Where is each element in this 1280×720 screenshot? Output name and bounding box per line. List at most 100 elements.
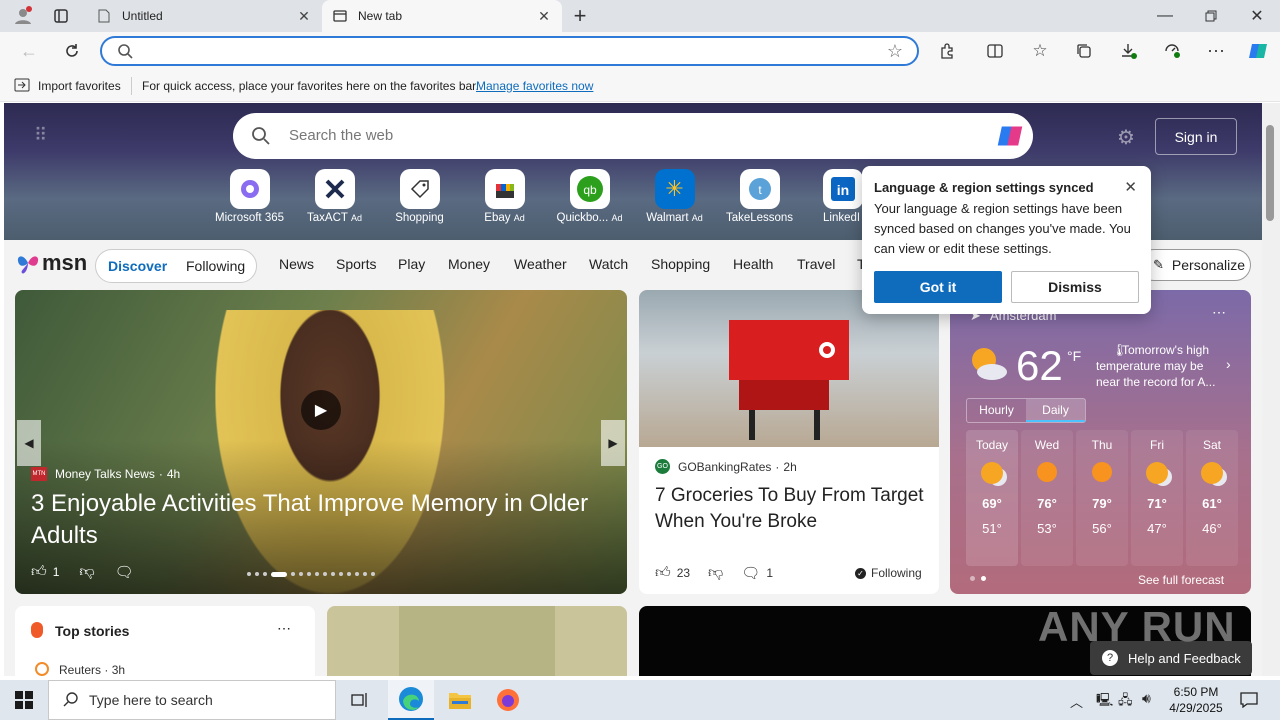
copilot-icon[interactable]	[995, 121, 1025, 154]
nav-news[interactable]: News	[279, 256, 314, 272]
nav-weather[interactable]: Weather	[514, 256, 567, 272]
back-button[interactable]: ←	[14, 32, 44, 70]
tab-actions-icon[interactable]	[46, 0, 76, 32]
restore-button[interactable]	[1196, 0, 1226, 32]
story-title[interactable]: 7 Groceries To Buy From Target When You'…	[655, 483, 925, 535]
thumbs-up-icon[interactable]: 👍︎	[655, 564, 671, 582]
play-button[interactable]: ▶	[301, 390, 341, 430]
manage-favorites-link[interactable]: Manage favorites now	[476, 79, 593, 93]
watermark: ANY RUN	[1038, 603, 1236, 650]
clock[interactable]: 6:50 PM 4/29/2025	[1164, 684, 1228, 716]
notifications-icon[interactable]	[1234, 680, 1264, 720]
start-button[interactable]	[0, 680, 48, 720]
forecast-day[interactable]: Today 69° 51°	[966, 430, 1018, 566]
close-tab-icon[interactable]: ✕	[296, 8, 312, 25]
copilot-icon[interactable]	[1243, 32, 1273, 70]
nav-watch[interactable]: Watch	[589, 256, 628, 272]
nav-travel[interactable]: Travel	[797, 256, 835, 272]
profile-icon[interactable]	[8, 0, 38, 32]
chevron-up-icon[interactable]: ︿	[1070, 692, 1083, 711]
ad-label: Ad	[611, 213, 623, 223]
import-favorites-button[interactable]: Import favorites	[38, 79, 121, 93]
chevron-right-icon[interactable]: ›	[1226, 356, 1231, 372]
quick-link-shopping[interactable]: Shopping	[377, 169, 462, 224]
linkedin-icon: in	[823, 169, 862, 209]
quick-link-ebay[interactable]: Ebay Ad	[462, 169, 547, 224]
weather-more-icon[interactable]: ⋯	[1212, 304, 1226, 321]
refresh-button[interactable]	[57, 32, 87, 70]
quick-link-label: Microsoft 365	[214, 212, 285, 224]
task-view-icon[interactable]	[340, 680, 380, 720]
comment-icon[interactable]: 🗨︎	[115, 563, 134, 581]
weather-card[interactable]: ➤ Amsterdam ⋯ 62 °F 🌡︎ Tomorrow's high t…	[950, 290, 1251, 594]
favorites-icon[interactable]: ☆	[1025, 32, 1055, 70]
nav-shopping[interactable]: Shopping	[651, 256, 710, 272]
firefox-icon[interactable]	[486, 680, 530, 720]
close-window-button[interactable]: ✕	[1242, 0, 1272, 32]
following-status[interactable]: ✓ Following	[855, 566, 922, 580]
tab-following[interactable]: Following	[186, 258, 245, 274]
forecast-day[interactable]: Wed 76° 53°	[1021, 430, 1073, 566]
web-search-box[interactable]: Search the web	[233, 113, 1033, 159]
network-icon[interactable]: 🖧︎	[1118, 691, 1133, 713]
carousel-prev-button[interactable]: ◀	[17, 420, 41, 466]
main-story-card[interactable]: ▶ ◀ ▶ MTN Money Talks News · 4h 3 Enjoyabl…	[15, 290, 627, 594]
weather-alert[interactable]: Tomorrow's high temperature may be near …	[1096, 342, 1222, 390]
nav-health[interactable]: Health	[733, 256, 773, 272]
extensions-icon[interactable]	[932, 32, 962, 70]
story-card-image[interactable]	[327, 606, 627, 676]
got-it-button[interactable]: Got it	[874, 271, 1002, 303]
settings-gear-icon[interactable]: ⚙	[1117, 125, 1135, 150]
address-input[interactable]: ☆	[100, 36, 919, 66]
volume-icon[interactable]: 🔊︎	[1142, 690, 1151, 707]
tab-untitled[interactable]: Untitled ✕	[86, 0, 322, 32]
see-full-forecast-link[interactable]: See full forecast	[1138, 573, 1224, 587]
taskbar-search-input[interactable]: Type here to search	[48, 680, 336, 720]
downloads-icon[interactable]	[1114, 32, 1144, 70]
forecast-day[interactable]: Thu 79° 56°	[1076, 430, 1128, 566]
scrollbar-thumb[interactable]	[1266, 125, 1274, 221]
tab-new-tab[interactable]: New tab ✕	[322, 0, 562, 32]
more-options-icon[interactable]: ⋯	[277, 620, 291, 637]
msn-logo[interactable]: msn	[16, 250, 87, 276]
dismiss-button[interactable]: Dismiss	[1011, 271, 1139, 303]
carousel-next-button[interactable]: ▶	[601, 420, 625, 466]
performance-icon[interactable]	[1157, 32, 1187, 70]
close-popup-icon[interactable]: ✕	[1124, 178, 1137, 196]
quick-link-quickbooks[interactable]: qb Quickbo... Ad	[547, 169, 632, 224]
more-menu-icon[interactable]: ⋯	[1201, 32, 1231, 70]
nav-sports[interactable]: Sports	[336, 256, 376, 272]
quick-link-takelessons[interactable]: t TakeLessons	[717, 169, 802, 224]
page-scrollbar[interactable]	[1262, 103, 1280, 676]
thumbs-down-icon[interactable]: 👎︎	[79, 563, 94, 581]
file-explorer-icon[interactable]	[438, 680, 482, 720]
thumbs-up-icon[interactable]: 👍︎	[31, 563, 47, 581]
nav-play[interactable]: Play	[398, 256, 425, 272]
favorite-star-icon[interactable]: ☆	[887, 41, 903, 62]
story-title[interactable]: 3 Enjoyable Activities That Improve Memo…	[31, 488, 621, 552]
quick-link-taxact[interactable]: TaxACT Ad	[292, 169, 377, 224]
quick-link-walmart[interactable]: ✳ Walmart Ad	[632, 169, 717, 224]
network-device-icon[interactable]: 🖳︎	[1096, 691, 1113, 713]
split-screen-icon[interactable]	[980, 32, 1010, 70]
close-tab-icon[interactable]: ✕	[536, 8, 552, 25]
forecast-day[interactable]: Fri 71° 47°	[1131, 430, 1183, 566]
minimize-button[interactable]: —	[1150, 0, 1180, 32]
tab-hourly[interactable]: Hourly	[967, 399, 1026, 422]
app-launcher-icon[interactable]: ⠿	[34, 125, 47, 146]
side-story-card[interactable]: GO GOBankingRates · 2h 7 Groceries To Buy …	[639, 290, 939, 594]
forecast-day[interactable]: Sat 61° 46°	[1186, 430, 1238, 566]
collections-icon[interactable]	[1069, 32, 1099, 70]
edge-taskbar-icon[interactable]	[388, 680, 434, 720]
personalize-button[interactable]: ✎ Personalize	[1138, 249, 1251, 281]
sign-in-button[interactable]: Sign in	[1155, 118, 1237, 155]
thumbs-down-icon[interactable]: 👎︎	[708, 564, 723, 582]
tab-discover[interactable]: Discover	[108, 258, 167, 274]
quick-link-microsoft-365[interactable]: Microsoft 365	[207, 169, 292, 224]
comment-icon[interactable]: 🗨︎	[741, 564, 760, 582]
top-stories-title: Top stories	[55, 623, 130, 639]
new-tab-button[interactable]: +	[566, 0, 594, 32]
tab-daily[interactable]: Daily	[1026, 399, 1085, 422]
quick-link-linkedin[interactable]: in LinkedI	[802, 169, 862, 224]
nav-money[interactable]: Money	[448, 256, 490, 272]
